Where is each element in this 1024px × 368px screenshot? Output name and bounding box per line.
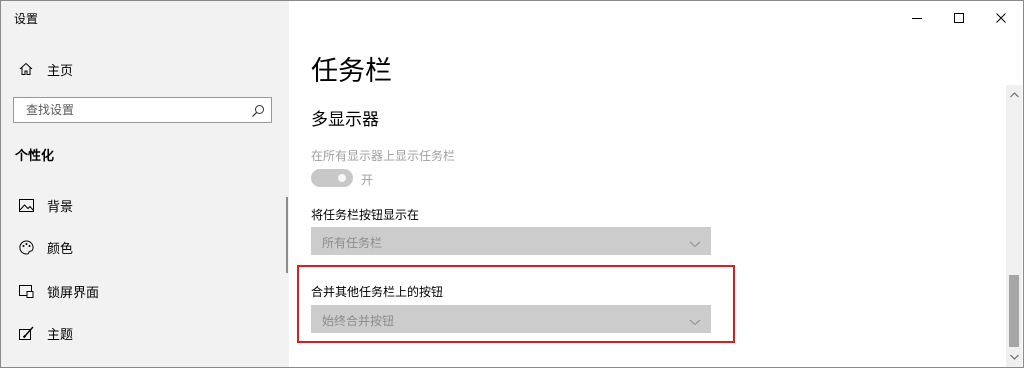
sidebar-item-label: 颜色 — [47, 241, 74, 257]
minimize-button[interactable] — [897, 5, 937, 31]
chevron-down-icon — [689, 235, 701, 248]
sidebar-item-lock-screen[interactable]: 锁屏界面 — [1, 271, 289, 311]
sidebar-item-label: 锁屏界面 — [47, 285, 100, 301]
sidebar-item-background[interactable]: 背景 — [1, 185, 289, 225]
scrollbar-thumb[interactable] — [1009, 275, 1019, 347]
main-scrollbar[interactable] — [1006, 85, 1022, 367]
scroll-down-arrow-icon[interactable] — [1006, 349, 1022, 365]
minimize-icon — [912, 18, 922, 19]
search-icon[interactable] — [251, 103, 265, 117]
show-buttons-on-label: 将任务栏按钮显示在 — [311, 208, 420, 222]
toggle-state-label: 开 — [361, 173, 374, 187]
lock-screen-icon — [18, 283, 34, 299]
chevron-down-icon — [689, 313, 701, 326]
show-taskbar-toggle[interactable] — [311, 169, 353, 187]
group-title: 多显示器 — [311, 110, 379, 130]
maximize-icon — [954, 13, 964, 23]
close-icon — [996, 13, 1006, 23]
settings-window: 设置 主页 个性化 背景 颜色 — [0, 0, 1024, 368]
section-heading: 个性化 — [15, 149, 55, 164]
toggle-knob — [338, 174, 346, 182]
sidebar-item-label: 背景 — [47, 199, 74, 215]
home-icon — [18, 61, 34, 77]
show-taskbar-all-displays-label: 在所有显示器上显示任务栏 — [311, 149, 456, 163]
combine-buttons-dropdown[interactable]: 始终合并按钮 — [311, 305, 711, 333]
close-button[interactable] — [981, 5, 1021, 31]
sidebar-item-home[interactable]: 主页 — [1, 49, 289, 89]
page-title: 任务栏 — [311, 56, 392, 87]
image-icon — [18, 197, 34, 213]
sidebar-item-label: 主页 — [47, 63, 74, 79]
combine-buttons-label: 合并其他任务栏上的按钮 — [311, 285, 444, 299]
theme-brush-icon — [18, 325, 34, 341]
sidebar: 设置 主页 个性化 背景 颜色 — [1, 1, 289, 367]
sidebar-item-colors[interactable]: 颜色 — [1, 227, 289, 267]
sidebar-item-themes[interactable]: 主题 — [1, 313, 289, 353]
app-title: 设置 — [14, 12, 39, 26]
palette-icon — [18, 239, 34, 255]
maximize-button[interactable] — [939, 5, 979, 31]
search-box[interactable] — [13, 97, 272, 123]
dropdown-value: 所有任务栏 — [322, 236, 383, 250]
show-buttons-on-dropdown[interactable]: 所有任务栏 — [311, 227, 711, 255]
dropdown-value: 始终合并按钮 — [322, 314, 395, 328]
search-input[interactable] — [14, 98, 251, 122]
scroll-up-arrow-icon[interactable] — [1006, 87, 1022, 103]
sidebar-scrollbar[interactable] — [286, 197, 288, 273]
sidebar-item-label: 主题 — [47, 327, 74, 343]
